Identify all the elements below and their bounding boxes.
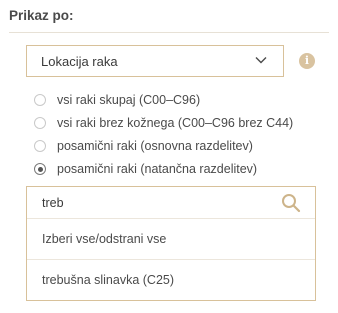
radio-button[interactable]	[34, 94, 46, 106]
search-dropdown-panel: treb Izberi vse/odstrani vse trebušna sl…	[26, 186, 316, 301]
panel-divider	[27, 218, 315, 219]
list-item[interactable]: trebušna slinavka (C25)	[42, 273, 174, 287]
panel-divider	[27, 259, 315, 260]
radio-label: posamični raki (natančna razdelitev)	[57, 162, 258, 176]
divider	[9, 32, 329, 33]
radio-label: vsi raki brez kožnega (C00–C96 brez C44)	[57, 116, 294, 130]
search-icon[interactable]	[281, 193, 301, 213]
search-input[interactable]: treb	[42, 196, 64, 210]
radio-button-checked[interactable]	[34, 163, 46, 175]
radio-label: posamični raki (osnovna razdelitev)	[57, 139, 253, 153]
chevron-down-icon	[255, 57, 267, 64]
radio-label: vsi raki skupaj (C00–C96)	[57, 93, 201, 107]
select-value: Lokacija raka	[41, 54, 118, 69]
section-heading: Prikaz po:	[9, 8, 74, 23]
select-all-toggle[interactable]: Izberi vse/odstrani vse	[42, 232, 166, 246]
location-select[interactable]: Lokacija raka	[26, 45, 284, 77]
radio-button[interactable]	[34, 140, 46, 152]
radio-button[interactable]	[34, 117, 46, 129]
info-icon[interactable]: i	[299, 53, 315, 69]
